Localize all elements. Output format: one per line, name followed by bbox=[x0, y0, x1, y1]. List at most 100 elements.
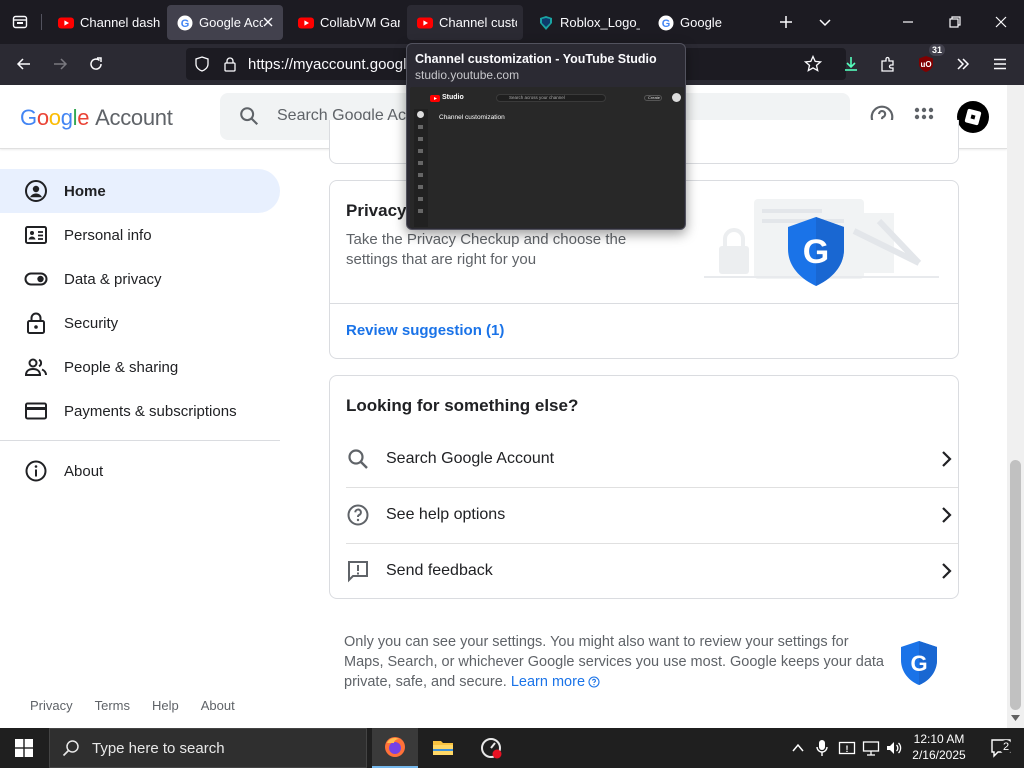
tab-title: Channel customization bbox=[439, 15, 517, 30]
sidebar-item-security[interactable]: Security bbox=[0, 301, 280, 345]
preview-thumbnail: Studio Search across your channel Create… bbox=[410, 87, 684, 228]
browser-tab-strip: Channel dashboard G Google Account Colla… bbox=[0, 0, 1024, 44]
preview-url: studio.youtube.com bbox=[415, 68, 520, 82]
google-shield-icon: G bbox=[901, 641, 937, 685]
ublock-origin-icon: uO bbox=[919, 56, 933, 72]
chevron-right-icon bbox=[942, 507, 952, 523]
app-menu-button[interactable] bbox=[984, 48, 1016, 80]
tab-channel-customization[interactable]: Channel customization bbox=[407, 5, 523, 40]
back-button[interactable] bbox=[8, 48, 40, 80]
speedometer-app-icon bbox=[481, 738, 502, 759]
tab-channel-dashboard[interactable]: Channel dashboard bbox=[48, 5, 160, 40]
tab-roblox-logo[interactable]: Roblox_Logo_2022 bbox=[528, 5, 640, 40]
list-all-tabs-button[interactable] bbox=[808, 5, 842, 39]
microphone-icon[interactable] bbox=[815, 739, 829, 757]
scrollbar-thumb[interactable] bbox=[1010, 460, 1021, 710]
row-label: Send feedback bbox=[386, 562, 493, 579]
security-alert-icon[interactable]: ! bbox=[838, 739, 856, 757]
account-avatar[interactable] bbox=[957, 101, 989, 133]
footer-link-privacy[interactable]: Privacy bbox=[30, 698, 73, 713]
ublock-extension-button[interactable]: uO 31 bbox=[910, 44, 945, 80]
minimize-window-button[interactable] bbox=[891, 5, 925, 39]
tab-title: CollabVM Games bbox=[320, 15, 400, 30]
learn-more-link[interactable]: Learn more bbox=[511, 674, 600, 690]
send-feedback-row[interactable]: Send feedback bbox=[346, 543, 958, 599]
action-center-button[interactable]: 2 bbox=[978, 728, 1024, 768]
taskbar-search-placeholder: Type here to search bbox=[92, 739, 225, 757]
forward-button[interactable] bbox=[44, 48, 76, 80]
folder-icon bbox=[433, 741, 453, 755]
sidebar-item-data-privacy[interactable]: Data & privacy bbox=[0, 257, 280, 301]
tab-collabvm[interactable]: CollabVM Games bbox=[288, 5, 400, 40]
puzzle-piece-icon bbox=[881, 56, 894, 72]
review-suggestion-link[interactable]: Review suggestion (1) bbox=[346, 322, 504, 339]
page-scrollbar[interactable] bbox=[1007, 85, 1024, 728]
url-text: https://myaccount.google bbox=[248, 56, 415, 73]
row-label: Search Google Account bbox=[386, 450, 555, 467]
preview-search-box: Search across your channel bbox=[496, 94, 606, 102]
network-icon[interactable] bbox=[862, 739, 880, 757]
firefox-icon bbox=[385, 737, 405, 757]
svg-text:G: G bbox=[803, 233, 829, 271]
bookmark-star-button[interactable] bbox=[797, 48, 829, 80]
downloads-button[interactable] bbox=[835, 48, 867, 80]
extensions-button[interactable] bbox=[872, 48, 904, 80]
scroll-down-arrow-icon[interactable] bbox=[1011, 715, 1020, 722]
google-g-icon: G bbox=[658, 15, 674, 30]
taskbar-file-explorer[interactable] bbox=[420, 728, 466, 768]
firefox-view-icon bbox=[12, 15, 28, 29]
volume-icon[interactable] bbox=[885, 739, 903, 757]
google-account-logo[interactable]: Google Account bbox=[20, 105, 173, 131]
search-google-account-row[interactable]: Search Google Account bbox=[346, 431, 958, 487]
people-icon bbox=[24, 358, 47, 376]
restore-window-button[interactable] bbox=[938, 5, 972, 39]
taskbar-app-3[interactable] bbox=[468, 728, 514, 768]
clock-date: 2/16/2025 bbox=[912, 748, 966, 762]
star-icon bbox=[804, 55, 822, 72]
extension-badge-count: 31 bbox=[928, 44, 945, 56]
privacy-footer-text: Only you can see your settings. You migh… bbox=[344, 632, 889, 692]
lock-icon[interactable] bbox=[222, 56, 238, 72]
tab-google-account[interactable]: G Google Account bbox=[167, 5, 283, 40]
arrow-right-icon bbox=[54, 58, 68, 70]
svg-text:uO: uO bbox=[920, 60, 931, 69]
preview-create-label: Create bbox=[648, 95, 661, 100]
show-hidden-icons-chevron-icon[interactable] bbox=[791, 741, 805, 755]
sidebar-item-payments[interactable]: Payments & subscriptions bbox=[0, 389, 280, 433]
tab-google[interactable]: G Google bbox=[648, 5, 760, 40]
svg-text:G: G bbox=[662, 18, 671, 30]
start-button[interactable] bbox=[0, 728, 48, 768]
new-tab-button[interactable] bbox=[769, 5, 803, 39]
see-help-options-row[interactable]: See help options bbox=[346, 487, 958, 543]
svg-text:G: G bbox=[181, 18, 190, 30]
tab-preview-tooltip: Channel customization - YouTube Studio s… bbox=[406, 43, 686, 230]
sidebar-item-about[interactable]: About bbox=[0, 449, 280, 493]
youtube-icon bbox=[430, 95, 440, 102]
reload-button[interactable] bbox=[80, 48, 112, 80]
taskbar-clock[interactable]: 12:10 AM 2/16/2025 bbox=[906, 731, 972, 763]
more-tools-button[interactable] bbox=[947, 48, 979, 80]
svg-text:G: G bbox=[910, 651, 927, 676]
shield-tracking-icon[interactable] bbox=[194, 56, 210, 72]
close-window-button[interactable] bbox=[984, 5, 1018, 39]
footer-link-about[interactable]: About bbox=[201, 698, 235, 713]
taskbar-search-box[interactable]: Type here to search bbox=[49, 728, 367, 768]
row-label: See help options bbox=[386, 506, 506, 523]
search-icon bbox=[240, 107, 259, 126]
search-icon bbox=[62, 740, 79, 757]
sidebar-item-home[interactable]: Home bbox=[0, 169, 280, 213]
footer-link-help[interactable]: Help bbox=[152, 698, 179, 713]
windows-taskbar: Type here to search ! 12:10 AM 2/16/2025… bbox=[0, 728, 1024, 768]
firefox-view-button[interactable] bbox=[3, 5, 37, 39]
sidebar-item-personal-info[interactable]: Personal info bbox=[0, 213, 280, 257]
toggle-icon bbox=[24, 272, 48, 286]
preview-title: Channel customization - YouTube Studio bbox=[415, 52, 657, 66]
close-tab-icon[interactable] bbox=[261, 15, 275, 29]
roblox-logo-avatar-icon bbox=[964, 108, 982, 126]
sidebar-item-label: People & sharing bbox=[64, 358, 179, 376]
footer-link-terms[interactable]: Terms bbox=[95, 698, 130, 713]
taskbar-firefox[interactable] bbox=[372, 728, 418, 768]
youtube-icon bbox=[298, 17, 314, 28]
sidebar-item-label: About bbox=[64, 462, 104, 480]
sidebar-item-people-sharing[interactable]: People & sharing bbox=[0, 345, 280, 389]
